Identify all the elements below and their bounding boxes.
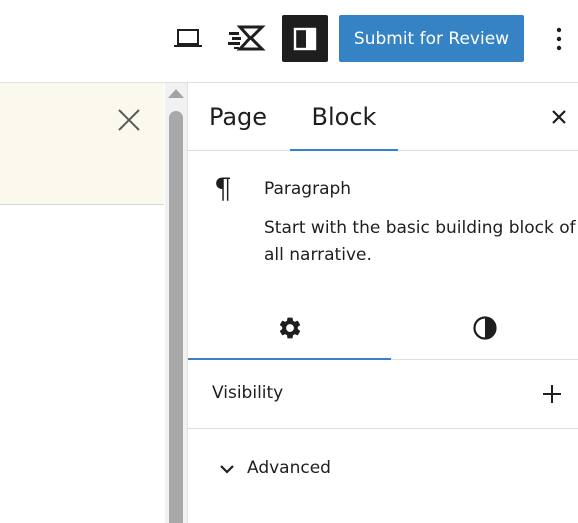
visibility-label: Visibility bbox=[212, 383, 284, 403]
scrollbar-thumb[interactable] bbox=[169, 111, 183, 523]
speed-lightning-icon bbox=[228, 25, 266, 51]
sidebar-tabs: Page Block bbox=[188, 83, 578, 151]
advanced-panel-toggle[interactable]: Advanced bbox=[188, 429, 578, 509]
block-card: ¶ Paragraph Start with the basic buildin… bbox=[188, 151, 578, 281]
plus-icon bbox=[543, 385, 561, 403]
block-title: Paragraph bbox=[264, 179, 352, 199]
submit-for-review-button[interactable]: Submit for Review bbox=[339, 15, 524, 62]
laptop-icon bbox=[174, 29, 202, 47]
options-menu-button[interactable] bbox=[542, 20, 576, 58]
notice-dismiss-button[interactable] bbox=[114, 105, 144, 135]
add-visibility-button[interactable] bbox=[540, 382, 564, 406]
tab-page[interactable]: Page bbox=[188, 83, 288, 150]
editor-canvas[interactable] bbox=[0, 205, 164, 523]
settings-sidebar: Page Block ¶ Paragraph Start with the ba… bbox=[187, 83, 578, 523]
editor-scrollbar[interactable] bbox=[165, 83, 187, 523]
chevron-down-icon bbox=[219, 461, 235, 477]
advanced-label: Advanced bbox=[247, 458, 331, 478]
close-icon bbox=[118, 109, 140, 131]
sidebar-toggle-icon bbox=[293, 27, 317, 50]
vertical-ellipsis-icon bbox=[556, 27, 562, 51]
block-description: Start with the basic building block of a… bbox=[264, 218, 576, 265]
tab-block[interactable]: Block bbox=[290, 83, 398, 151]
settings-sidebar-toggle[interactable] bbox=[282, 15, 328, 62]
tab-styles[interactable] bbox=[391, 297, 578, 359]
visibility-panel[interactable]: Visibility bbox=[188, 360, 578, 429]
preview-button[interactable] bbox=[168, 20, 208, 58]
gear-icon bbox=[279, 317, 300, 339]
performance-button[interactable] bbox=[224, 18, 268, 58]
editor-notice bbox=[0, 83, 164, 205]
close-icon bbox=[552, 110, 566, 124]
close-sidebar-button[interactable] bbox=[545, 103, 573, 131]
paragraph-icon: ¶ bbox=[214, 172, 232, 205]
half-circle-contrast-icon bbox=[473, 316, 497, 340]
editor-header-toolbar: Submit for Review bbox=[0, 0, 578, 83]
scroll-up-arrow-icon[interactable] bbox=[168, 89, 184, 98]
block-inspector-tabs bbox=[188, 297, 578, 360]
tab-settings[interactable] bbox=[188, 297, 391, 360]
